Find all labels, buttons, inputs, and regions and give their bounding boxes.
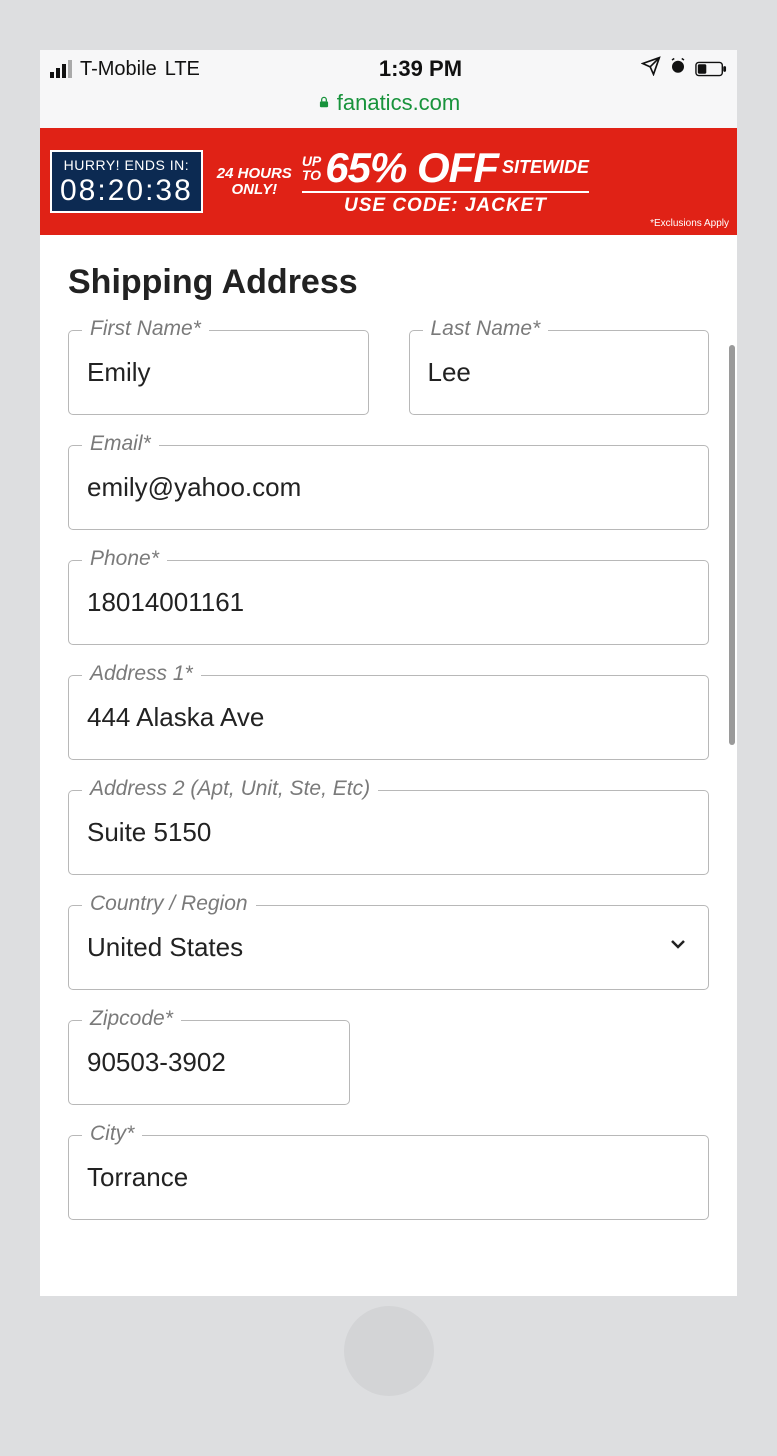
location-icon — [641, 56, 661, 82]
promo-text: 24 HOURS ONLY! UPTO 65% OFF SITEWIDE USE… — [217, 147, 727, 217]
address2-label: Address 2 (Apt, Unit, Ste, Etc) — [82, 777, 378, 801]
first-name-input[interactable] — [68, 330, 369, 415]
first-name-label: First Name* — [82, 317, 209, 341]
carrier-label: T-Mobile — [80, 58, 157, 81]
device-frame: T-Mobile LTE 1:39 PM fanatics.com — [0, 0, 777, 1456]
address1-input[interactable] — [68, 675, 709, 760]
promo-only: ONLY! — [217, 182, 292, 198]
zipcode-input[interactable] — [68, 1020, 350, 1105]
promo-banner[interactable]: HURRY! ENDS IN: 08:20:38 24 HOURS ONLY! … — [40, 128, 737, 235]
countdown-timer: 08:20:38 — [60, 174, 193, 207]
country-value: United States — [87, 932, 243, 963]
clock: 1:39 PM — [379, 56, 462, 82]
status-bar: T-Mobile LTE 1:39 PM — [40, 50, 737, 88]
zipcode-label: Zipcode* — [82, 1007, 181, 1031]
signal-icon — [50, 60, 72, 78]
last-name-input[interactable] — [409, 330, 710, 415]
last-name-label: Last Name* — [423, 317, 549, 341]
browser-domain: fanatics.com — [337, 90, 461, 116]
browser-url-bar[interactable]: fanatics.com — [40, 88, 737, 128]
promo-upto: UPTO — [302, 154, 321, 182]
address2-input[interactable] — [68, 790, 709, 875]
form-scroll-area[interactable]: Shipping Address First Name* Last Name* … — [40, 235, 737, 1296]
country-label: Country / Region — [82, 892, 256, 916]
network-label: LTE — [165, 58, 200, 81]
promo-percent: 65% OFF — [325, 147, 498, 189]
phone-input[interactable] — [68, 560, 709, 645]
promo-sitewide: SITEWIDE — [502, 157, 589, 178]
battery-icon — [695, 61, 727, 77]
lock-icon — [317, 90, 331, 116]
promo-usecode: USE CODE: JACKET — [302, 191, 589, 217]
address1-label: Address 1* — [82, 662, 201, 686]
home-button[interactable] — [344, 1306, 434, 1396]
alarm-icon — [669, 57, 687, 81]
phone-label: Phone* — [82, 547, 167, 571]
city-input[interactable] — [68, 1135, 709, 1220]
screen: T-Mobile LTE 1:39 PM fanatics.com — [40, 50, 737, 1296]
page-title: Shipping Address — [68, 263, 709, 302]
scrollbar-thumb[interactable] — [729, 345, 735, 745]
country-select[interactable]: United States — [68, 905, 709, 990]
email-input[interactable] — [68, 445, 709, 530]
promo-exclusions: *Exclusions Apply — [650, 218, 729, 229]
email-label: Email* — [82, 432, 159, 456]
countdown-hurry: HURRY! ENDS IN: — [60, 158, 193, 173]
chevron-down-icon — [666, 932, 690, 963]
promo-24hours: 24 HOURS — [217, 166, 292, 182]
countdown-box: HURRY! ENDS IN: 08:20:38 — [50, 150, 203, 212]
city-label: City* — [82, 1122, 142, 1146]
